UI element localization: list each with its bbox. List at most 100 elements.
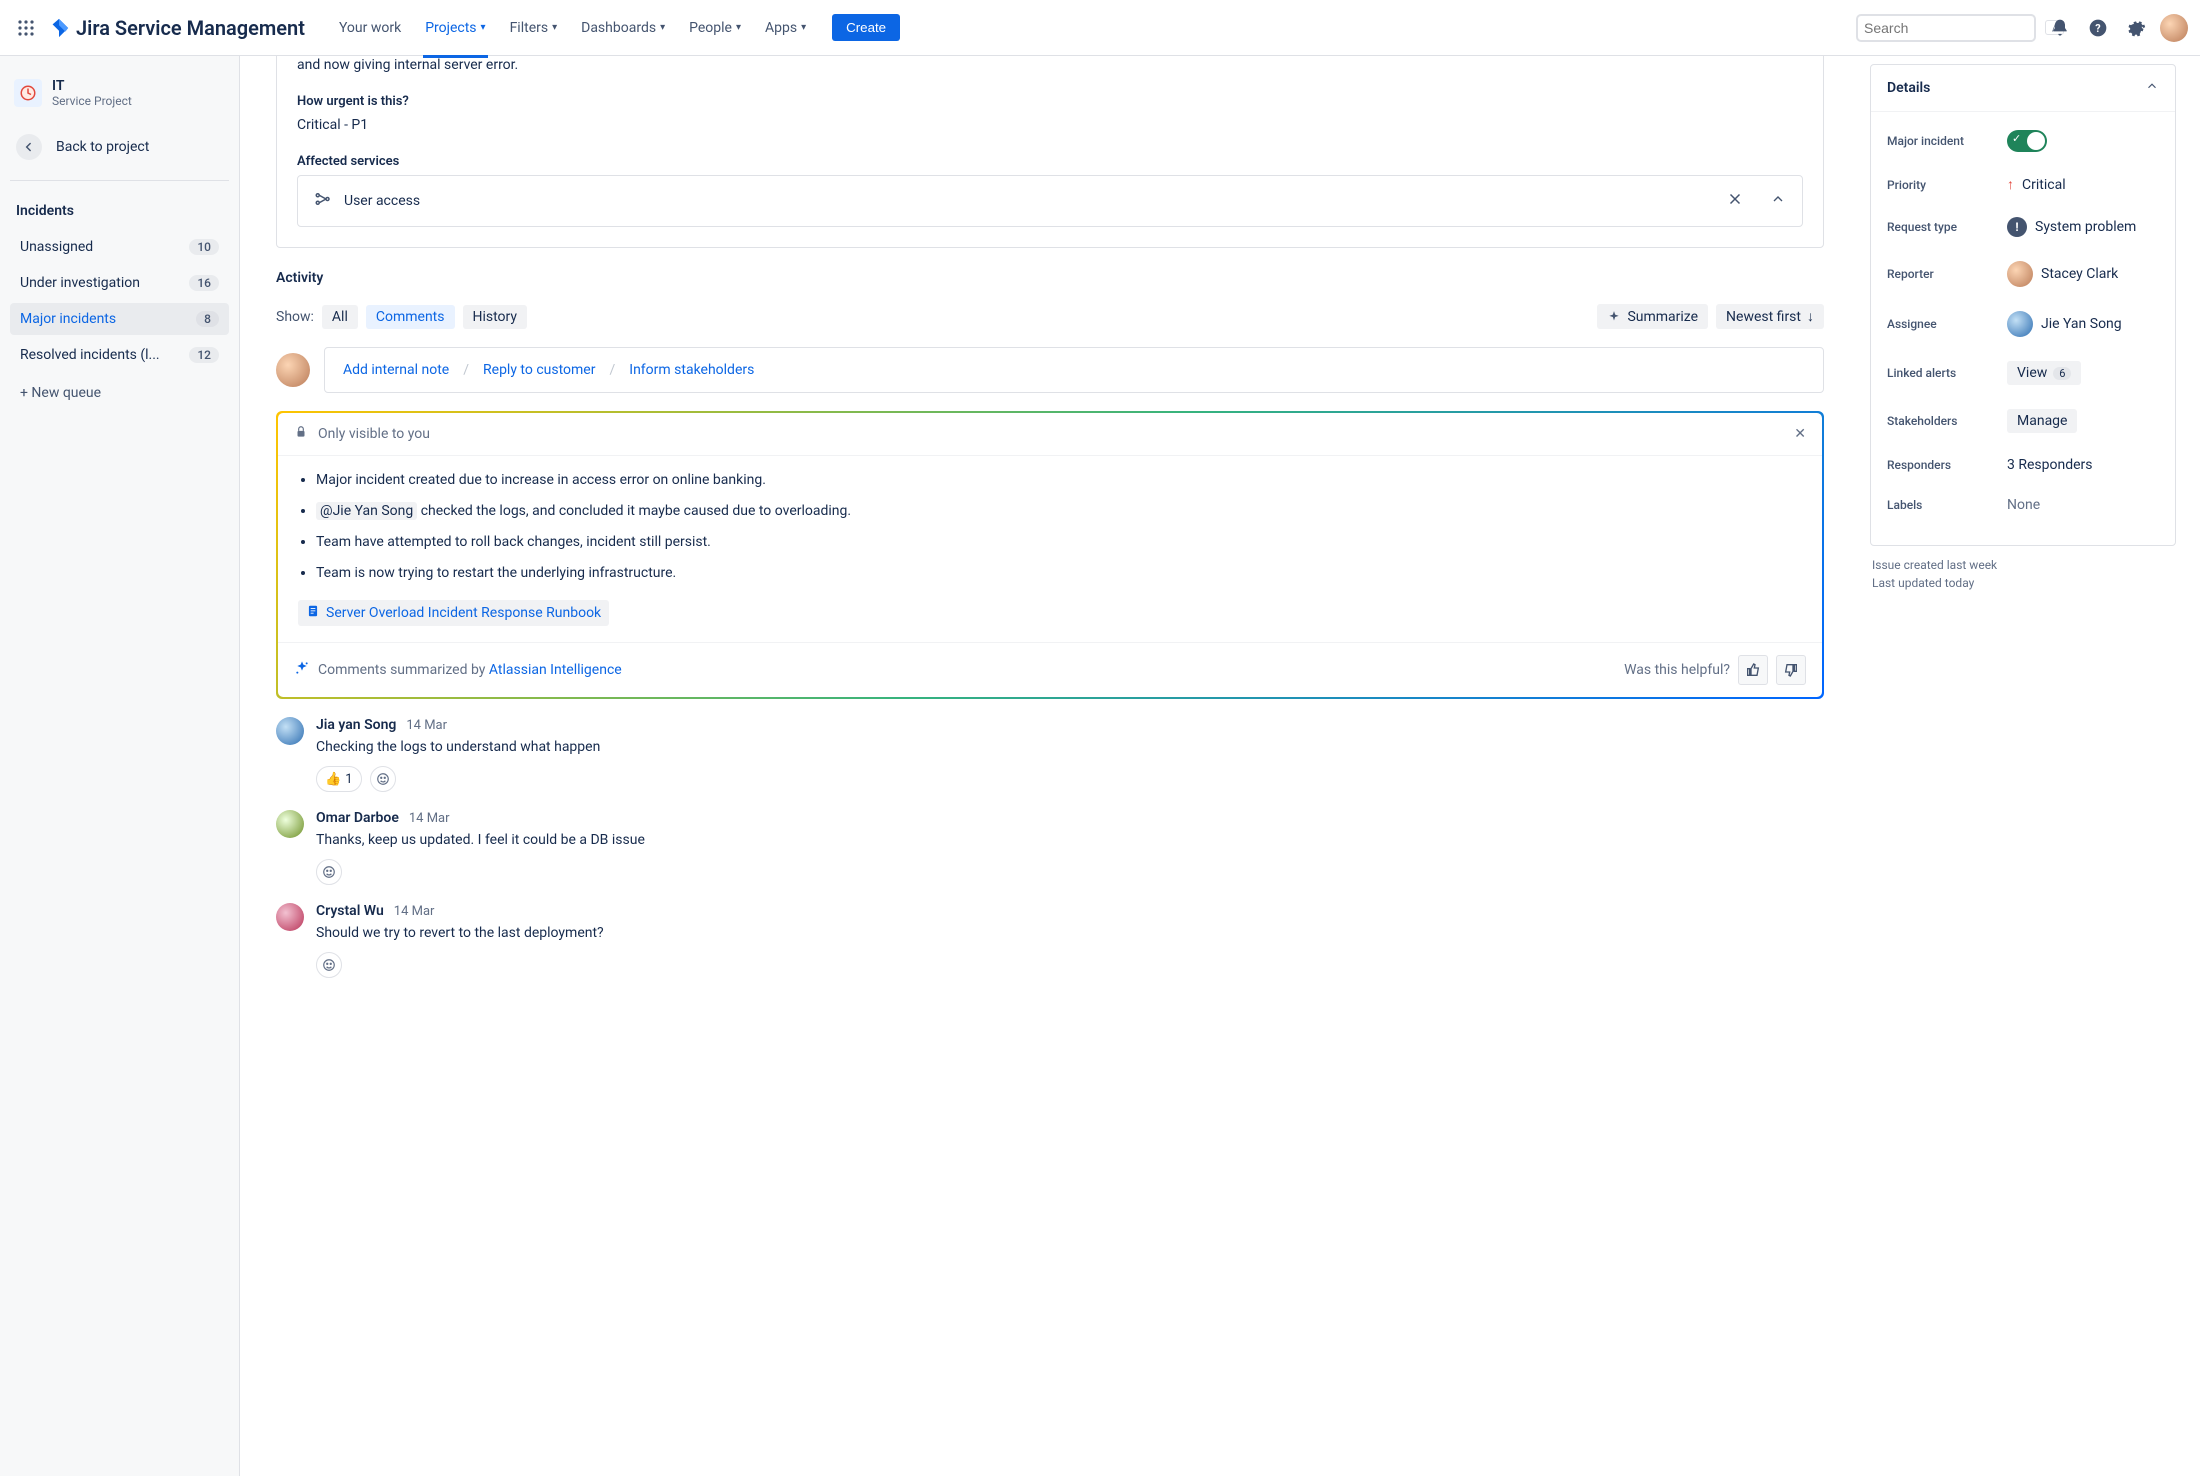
linked-alerts-chip[interactable]: View6 — [2007, 361, 2081, 385]
issue-meta: Issue created last week Last updated tod… — [1870, 556, 2176, 592]
count-badge: 8 — [196, 311, 219, 327]
search-input[interactable] — [1864, 20, 2045, 36]
nav-dashboards[interactable]: Dashboards ▾ — [571, 14, 675, 42]
field-stakeholders[interactable]: Stakeholders Manage — [1887, 397, 2159, 445]
primary-nav: Your work Projects ▾ Filters ▾ Dashboard… — [329, 14, 816, 42]
details-column: Details Major incident Priority ↑Critica… — [1860, 56, 2200, 1476]
chevron-up-icon — [2145, 79, 2159, 97]
summarize-button[interactable]: Summarize — [1597, 304, 1708, 329]
details-panel: Details Major incident Priority ↑Critica… — [1870, 64, 2176, 546]
queue-under-investigation[interactable]: Under investigation16 — [10, 267, 229, 299]
reply-to-customer[interactable]: Reply to customer — [483, 362, 595, 378]
notifications-icon[interactable] — [2046, 14, 2074, 42]
queue-major-incidents[interactable]: Major incidents8 — [10, 303, 229, 335]
comment-text: Thanks, keep us updated. I feel it could… — [316, 830, 1824, 851]
nav-projects[interactable]: Projects ▾ — [415, 14, 495, 42]
back-to-project[interactable]: Back to project — [10, 124, 229, 170]
chevron-down-icon: ▾ — [481, 22, 486, 33]
svg-text:?: ? — [2095, 22, 2100, 35]
project-header[interactable]: IT Service Project — [10, 72, 229, 120]
user-mention[interactable]: @Jie Yan Song — [316, 502, 417, 520]
current-user-avatar — [276, 353, 310, 387]
comment-text: Should we try to revert to the last depl… — [316, 923, 1824, 944]
nav-filters[interactable]: Filters ▾ — [500, 14, 568, 42]
reaction-chip[interactable]: 👍1 — [316, 766, 362, 792]
new-queue-button[interactable]: + New queue — [10, 375, 229, 411]
comment-author: Crystal Wu — [316, 903, 384, 919]
assignee-avatar — [2007, 311, 2033, 337]
count-badge: 12 — [189, 347, 219, 363]
chevron-up-icon[interactable] — [1770, 191, 1786, 211]
nav-people[interactable]: People ▾ — [679, 14, 751, 42]
comment-date: 14 Mar — [394, 904, 435, 919]
add-reaction-button[interactable] — [370, 766, 396, 792]
comment-author: Jia yan Song — [316, 717, 396, 733]
lock-icon — [294, 425, 308, 443]
add-reaction-button[interactable] — [316, 952, 342, 978]
show-label: Show: — [276, 309, 314, 325]
major-incident-toggle[interactable] — [2007, 130, 2047, 152]
sort-newest-first[interactable]: Newest first ↓ — [1716, 304, 1824, 329]
field-assignee[interactable]: Assignee Jie Yan Song — [1887, 299, 2159, 349]
sidebar-section-title: Incidents — [10, 195, 229, 227]
ai-bullet: Major incident created due to increase i… — [316, 470, 1802, 491]
ai-attribution-link[interactable]: Atlassian Intelligence — [489, 662, 622, 678]
tab-all[interactable]: All — [322, 305, 358, 329]
add-internal-note[interactable]: Add internal note — [343, 362, 449, 378]
app-switcher-icon[interactable] — [12, 14, 40, 42]
product-logo[interactable]: Jira Service Management — [48, 16, 305, 40]
chevron-down-icon: ▾ — [736, 22, 741, 33]
chevron-down-icon: ▾ — [660, 22, 665, 33]
comment-avatar — [276, 717, 304, 745]
close-icon[interactable]: ✕ — [1794, 426, 1806, 442]
chevron-down-icon: ▾ — [801, 22, 806, 33]
reply-bar: Add internal note / Reply to customer / … — [276, 347, 1824, 393]
arrow-down-icon: ↓ — [1807, 308, 1814, 325]
ai-sparkle-icon — [294, 660, 310, 680]
comment-avatar — [276, 903, 304, 931]
nav-apps[interactable]: Apps ▾ — [755, 14, 816, 42]
urgency-value: Critical - P1 — [297, 115, 1803, 136]
tab-comments[interactable]: Comments — [366, 305, 455, 329]
field-responders[interactable]: Responders 3 Responders — [1887, 445, 2159, 485]
request-type-icon: ! — [2007, 217, 2027, 237]
project-type: Service Project — [52, 94, 132, 108]
affected-service-row[interactable]: User access — [297, 175, 1803, 227]
tab-history[interactable]: History — [463, 305, 528, 329]
field-reporter[interactable]: Reporter Stacey Clark — [1887, 249, 2159, 299]
create-button[interactable]: Create — [832, 14, 900, 41]
field-request-type[interactable]: Request type !System problem — [1887, 205, 2159, 249]
queue-resolved-incidents[interactable]: Resolved incidents (l...12 — [10, 339, 229, 371]
nav-your-work[interactable]: Your work — [329, 14, 411, 42]
settings-icon[interactable] — [2122, 14, 2150, 42]
ai-visibility-label: Only visible to you — [318, 426, 430, 442]
profile-avatar[interactable] — [2160, 14, 2188, 42]
queue-unassigned[interactable]: Unassigned10 — [10, 231, 229, 263]
ai-summary-panel: Only visible to you ✕ Major incident cre… — [276, 411, 1824, 699]
activity-heading: Activity — [276, 270, 1824, 286]
reply-box[interactable]: Add internal note / Reply to customer / … — [324, 347, 1824, 393]
details-header[interactable]: Details — [1871, 65, 2175, 112]
runbook-link[interactable]: Server Overload Incident Response Runboo… — [298, 600, 609, 626]
count-badge: 10 — [189, 239, 219, 255]
field-labels[interactable]: Labels None — [1887, 485, 2159, 525]
inform-stakeholders[interactable]: Inform stakeholders — [629, 362, 754, 378]
thumbs-up-button[interactable] — [1738, 655, 1768, 685]
comment-text: Checking the logs to understand what hap… — [316, 737, 1824, 758]
help-icon[interactable]: ? — [2084, 14, 2112, 42]
stakeholders-chip[interactable]: Manage — [2007, 409, 2077, 433]
sidebar: IT Service Project Back to project Incid… — [0, 56, 240, 1476]
document-icon — [306, 604, 320, 622]
add-reaction-button[interactable] — [316, 859, 342, 885]
comment-item: Jia yan Song 14 Mar Checking the logs to … — [276, 717, 1824, 792]
comment-date: 14 Mar — [406, 718, 447, 733]
service-action-icon[interactable] — [1726, 190, 1744, 212]
field-linked-alerts[interactable]: Linked alerts View6 — [1887, 349, 2159, 397]
comment-item: Omar Darboe14 Mar Thanks, keep us update… — [276, 810, 1824, 885]
priority-critical-icon: ↑ — [2007, 176, 2014, 193]
field-priority[interactable]: Priority ↑Critical — [1887, 164, 2159, 205]
service-graph-icon — [314, 190, 332, 212]
thumbs-down-button[interactable] — [1776, 655, 1806, 685]
divider — [10, 180, 229, 181]
search-input-wrapper[interactable]: / — [1856, 14, 2036, 42]
